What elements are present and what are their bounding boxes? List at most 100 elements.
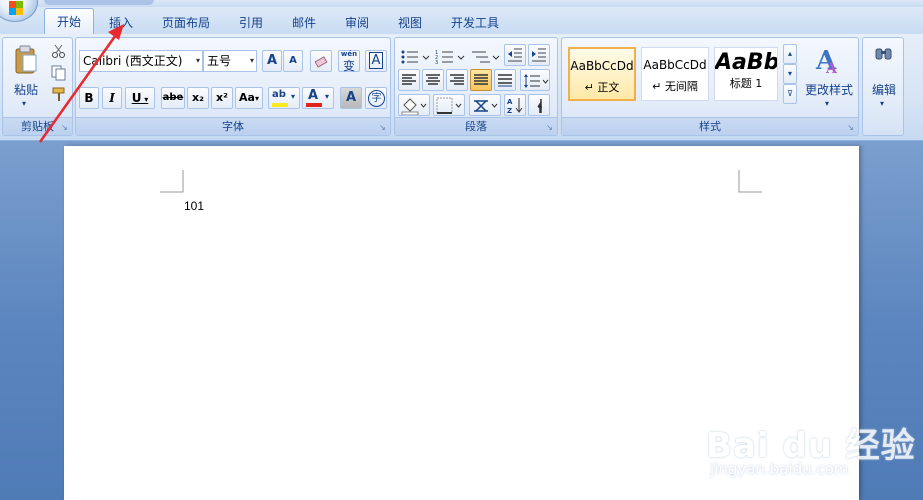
- superscript-button[interactable]: x²: [211, 87, 233, 109]
- font-color-icon: A: [308, 88, 319, 103]
- clipboard-group: 粘贴 ▾ 剪贴板 ↘: [2, 37, 73, 136]
- paste-button[interactable]: 粘贴 ▾: [5, 40, 45, 118]
- strikethrough-button[interactable]: abe: [161, 87, 185, 109]
- underline-button[interactable]: U ▾: [125, 87, 155, 109]
- style-sample: AaBbCcDd: [643, 58, 707, 72]
- shrink-font-button[interactable]: A: [283, 50, 303, 72]
- ribbon: 粘贴 ▾ 剪贴板 ↘ Calibri (西文正文) ▾ 五号 ▾ A A wén…: [0, 34, 923, 141]
- change-styles-button[interactable]: A A 更改样式 ▾: [800, 40, 856, 118]
- tab-references[interactable]: 引用: [231, 12, 271, 34]
- copy-icon[interactable]: [51, 65, 67, 81]
- justify-button[interactable]: [470, 69, 492, 91]
- chinese-layout-button[interactable]: [469, 94, 501, 116]
- dialog-launcher-icon[interactable]: ↘: [60, 123, 69, 132]
- binoculars-icon: [875, 48, 892, 60]
- font-group-label: 字体: [76, 117, 390, 135]
- character-border-button[interactable]: A: [365, 50, 387, 72]
- distributed-button[interactable]: [494, 69, 516, 91]
- shading-button[interactable]: [398, 94, 430, 116]
- chevron-down-icon: ▾: [291, 92, 296, 101]
- line-spacing-icon: [524, 74, 549, 88]
- dialog-launcher-icon[interactable]: ↘: [378, 123, 387, 132]
- ribbon-tab-row: 开始 插入 页面布局 引用 邮件 审阅 视图 开发工具: [0, 7, 923, 35]
- line-spacing-button[interactable]: [520, 69, 550, 91]
- baidu-watermark: Bai du 经验 jingyan.baidu.com: [706, 418, 921, 500]
- style-tile-normal[interactable]: AaBbCcDd ↵ 正文: [568, 47, 636, 101]
- highlight-icon: ab: [272, 89, 286, 100]
- change-styles-icon: A A: [815, 46, 838, 75]
- justify-icon: [474, 74, 488, 85]
- styles-group: AaBbCcDd ↵ 正文 AaBbCcDd ↵ 无间隔 AaBb 标题 1 ▴…: [561, 37, 859, 136]
- grow-font-icon: A: [266, 53, 278, 68]
- numbered-list-icon: 1 2 3: [435, 50, 465, 65]
- multilevel-list-button[interactable]: [468, 46, 500, 66]
- decrease-indent-icon: [508, 48, 522, 62]
- numbering-button[interactable]: 1 2 3: [433, 46, 465, 66]
- borders-icon: [436, 97, 462, 114]
- style-name: ↵ 正文: [584, 81, 620, 94]
- clear-formatting-button[interactable]: [310, 50, 332, 72]
- change-case-label: Aa: [239, 91, 255, 104]
- bold-button[interactable]: B: [79, 87, 99, 109]
- chevron-down-icon[interactable]: ▾: [196, 51, 200, 71]
- borders-button[interactable]: [433, 94, 465, 116]
- font-name-combo[interactable]: Calibri (西文正文) ▾: [79, 50, 203, 72]
- style-tile-no-spacing[interactable]: AaBbCcDd ↵ 无间隔: [641, 47, 709, 101]
- styles-more[interactable]: ⊽: [783, 84, 797, 104]
- styles-scroll-down[interactable]: ▾: [783, 64, 797, 84]
- editing-button[interactable]: 编辑 ▾: [864, 40, 902, 118]
- tab-view[interactable]: 视图: [390, 12, 430, 34]
- change-case-button[interactable]: Aa▾: [235, 87, 263, 109]
- align-right-button[interactable]: [446, 69, 468, 91]
- align-center-icon: [426, 74, 440, 85]
- chevron-down-icon: ▾: [880, 99, 885, 108]
- chevron-down-icon[interactable]: ▾: [250, 51, 254, 71]
- increase-indent-button[interactable]: [528, 44, 550, 66]
- style-sample: AaBb: [715, 50, 778, 75]
- align-left-button[interactable]: [398, 69, 420, 91]
- phonetic-guide-button[interactable]: wén 变: [338, 50, 360, 73]
- increase-indent-icon: [532, 48, 546, 62]
- style-name: 标题 1: [729, 77, 763, 90]
- tab-developer[interactable]: 开发工具: [444, 12, 506, 34]
- subscript-button[interactable]: x₂: [187, 87, 209, 109]
- style-tile-heading-1[interactable]: AaBb 标题 1: [714, 47, 778, 101]
- more-icon: ⊽: [787, 89, 793, 98]
- highlight-button[interactable]: ab ▾: [268, 87, 300, 109]
- tab-page-layout[interactable]: 页面布局: [155, 12, 217, 34]
- shrink-font-icon: A: [289, 55, 297, 66]
- bullets-button[interactable]: [398, 46, 430, 66]
- chevron-down-icon: ▾: [141, 95, 149, 104]
- font-size-value: 五号: [207, 54, 232, 68]
- enclose-characters-button[interactable]: 字: [365, 87, 387, 109]
- document-text[interactable]: 101: [184, 199, 204, 213]
- dialog-launcher-icon[interactable]: ↘: [846, 123, 855, 132]
- dialog-launcher-icon[interactable]: ↘: [545, 123, 554, 132]
- tab-home[interactable]: 开始: [44, 8, 94, 35]
- show-marks-button[interactable]: [528, 94, 550, 116]
- margin-corner-top-right: [738, 170, 762, 193]
- enclosed-char-icon: 字: [368, 90, 385, 107]
- tab-review[interactable]: 审阅: [337, 12, 377, 34]
- svg-text:3: 3: [435, 60, 438, 65]
- italic-button[interactable]: I: [102, 87, 122, 109]
- font-color-button[interactable]: A ▾: [302, 87, 334, 109]
- chevron-down-icon: ▾: [787, 69, 792, 78]
- sort-button[interactable]: AZ: [504, 94, 526, 116]
- format-painter-icon[interactable]: [51, 86, 67, 102]
- office-logo-icon: [9, 1, 23, 15]
- align-center-button[interactable]: [422, 69, 444, 91]
- decrease-indent-button[interactable]: [504, 44, 526, 66]
- font-name-value: Calibri (西文正文): [83, 54, 183, 68]
- styles-scroll-up[interactable]: ▴: [783, 44, 797, 64]
- tab-insert[interactable]: 插入: [100, 12, 142, 34]
- paragraph-mark-icon: [537, 99, 542, 113]
- svg-text:A: A: [825, 61, 838, 75]
- clipboard-icon: [15, 45, 37, 74]
- font-size-combo[interactable]: 五号 ▾: [203, 50, 257, 72]
- grow-font-button[interactable]: A: [262, 50, 282, 72]
- character-shading-button[interactable]: A: [340, 87, 362, 109]
- quick-access-toolbar[interactable]: [44, 0, 154, 5]
- tab-mailings[interactable]: 邮件: [284, 12, 324, 34]
- cut-icon[interactable]: [51, 44, 67, 58]
